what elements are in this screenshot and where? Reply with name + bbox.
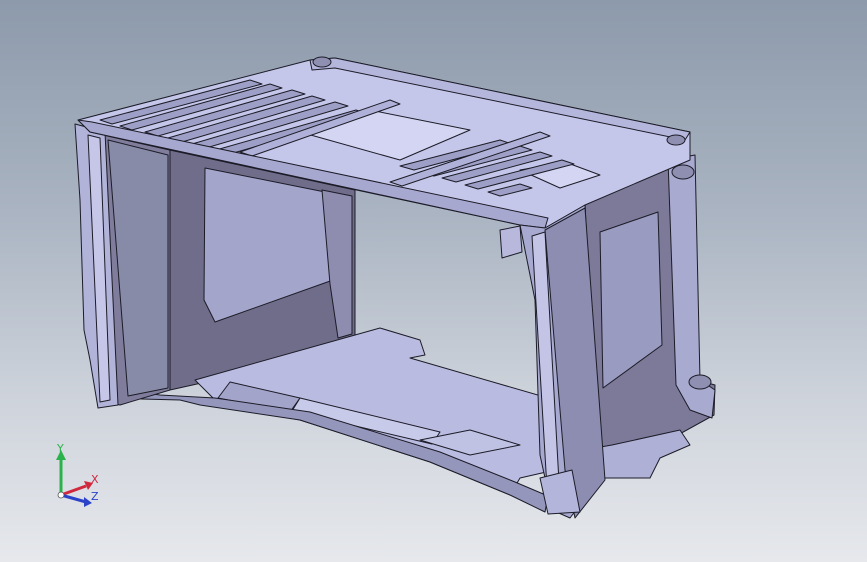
graphics-viewport[interactable]: Y X Z — [0, 0, 867, 562]
triad-origin-icon — [57, 491, 65, 499]
coordinate-triad: Y X Z — [44, 440, 114, 512]
enclosure-3d-model[interactable] — [0, 0, 867, 562]
x-axis-arrow — [60, 484, 87, 497]
mount-hole-rear-upper — [671, 164, 695, 180]
y-axis-label: Y — [57, 442, 64, 455]
z-axis-arrow — [60, 493, 87, 504]
mount-hole-rear-lower — [688, 374, 712, 390]
front-right-clip — [499, 225, 523, 259]
x-axis-label: X — [91, 473, 99, 486]
mount-hole-top-right — [666, 134, 686, 146]
mount-hole-top-rear — [312, 56, 332, 68]
z-axis-label: Z — [91, 490, 99, 503]
